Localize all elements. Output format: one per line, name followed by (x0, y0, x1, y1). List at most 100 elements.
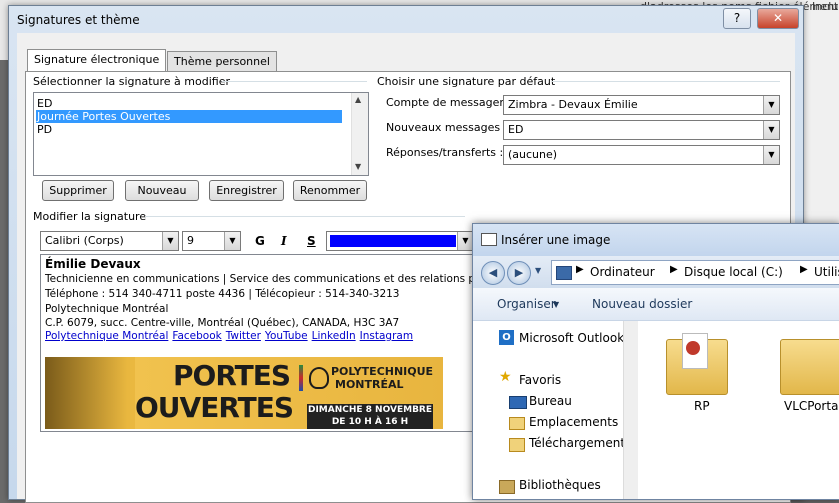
chevron-down-icon[interactable]: ▼ (553, 300, 559, 309)
signature-line: Polytechnique Montréal (45, 303, 169, 315)
folder-vlc[interactable] (778, 329, 839, 395)
chevron-down-icon[interactable]: ▼ (763, 121, 779, 139)
chevron-down-icon[interactable]: ▼ (457, 232, 473, 250)
list-item[interactable]: PD (36, 123, 52, 136)
file-list[interactable]: RP VLCPortab (638, 321, 839, 499)
italic-button[interactable]: I (281, 234, 287, 248)
pdf-badge-icon (686, 341, 700, 355)
new-messages-select[interactable]: ED ▼ (503, 120, 780, 140)
color-swatch (330, 235, 456, 247)
default-signature-label: Choisir une signature par défaut (377, 75, 556, 88)
chevron-down-icon[interactable]: ▼ (763, 96, 779, 114)
divider (222, 81, 367, 82)
replies-select[interactable]: (aucune) ▼ (503, 145, 780, 165)
edit-signature-label: Modifier la signature (33, 210, 147, 223)
chevron-down-icon[interactable]: ▼ (224, 232, 240, 250)
banner-date-1: DIMANCHE 8 NOVEMBRE (307, 405, 433, 415)
banner-title-2: OUVERTES (135, 391, 294, 424)
link-linkedin[interactable]: LinkedIn (312, 330, 356, 342)
crest-icon (309, 367, 329, 389)
folder-rp[interactable] (664, 329, 730, 395)
font-size-value: 9 (187, 234, 194, 247)
logo-bar-icon (299, 365, 303, 391)
link-instagram[interactable]: Instagram (360, 330, 413, 342)
computer-icon (556, 266, 572, 280)
chevron-down-icon[interactable]: ▼ (162, 232, 178, 250)
replies-label: Réponses/transferts : (386, 146, 504, 159)
folder-name: VLCPortab (784, 399, 839, 413)
banner-date: DIMANCHE 8 NOVEMBRE DE 10 H À 16 H (307, 404, 433, 429)
chevron-right-icon[interactable]: ▶ (670, 264, 678, 275)
image-dialog-toolbar: Organiser ▼ Nouveau dossier (473, 288, 839, 321)
star-icon: ★ (499, 369, 512, 385)
nav-libraries[interactable]: Bibliothèques (519, 478, 601, 492)
account-value: Zimbra - Devaux Émilie (508, 98, 638, 111)
signature-links: Polytechnique Montréal Facebook Twitter You… (45, 330, 417, 342)
bold-button[interactable]: G (255, 234, 265, 248)
nav-favorites[interactable]: Favoris (519, 373, 561, 387)
banner-title-1: PORTES (173, 359, 291, 392)
link-twitter[interactable]: Twitter (226, 330, 261, 342)
banner-poly-2: MONTRÉAL (335, 378, 404, 391)
delete-button[interactable]: Supprimer (42, 180, 114, 201)
tab-theme[interactable]: Thème personnel (167, 51, 277, 72)
navigation-pane: O Microsoft Outlook ★ Favoris Bureau Emp… (473, 321, 634, 499)
font-color-select[interactable]: ▼ (326, 231, 474, 251)
tab-signature[interactable]: Signature électronique (27, 49, 167, 72)
back-icon[interactable]: ◀ (481, 261, 505, 285)
new-messages-label: Nouveaux messages : (386, 121, 508, 134)
list-item-selected[interactable]: Journée Portes Ouvertes (36, 110, 342, 123)
organize-button[interactable]: Organiser (497, 297, 556, 311)
signature-editor[interactable]: Émilie Devaux Technicienne en communicat… (40, 254, 474, 432)
select-signature-label: Sélectionner la signature à modifier (33, 75, 230, 88)
downloads-icon (509, 438, 525, 452)
link-youtube[interactable]: YouTube (265, 330, 308, 342)
rename-button[interactable]: Renommer (293, 180, 367, 201)
chevron-right-icon[interactable]: ▶ (800, 264, 808, 275)
list-item[interactable]: ED (36, 97, 52, 110)
font-size-select[interactable]: 9 ▼ (182, 231, 241, 251)
path-disk[interactable]: Disque local (C:) (684, 265, 783, 279)
signature-name: Émilie Devaux (45, 257, 141, 271)
signature-line: Technicienne en communications | Service… (45, 273, 474, 285)
new-folder-button[interactable]: Nouveau dossier (592, 297, 692, 311)
nav-recent[interactable]: Emplacements ré (529, 415, 634, 429)
folder-name: RP (694, 399, 710, 413)
libraries-icon (499, 480, 515, 494)
new-button[interactable]: Nouveau (125, 180, 199, 201)
save-button[interactable]: Enregistrer (209, 180, 284, 201)
link-facebook[interactable]: Facebook (172, 330, 221, 342)
divider (552, 81, 780, 82)
background-text-3: Inclu (812, 0, 839, 13)
list-scrollbar[interactable]: ▲ ▼ (351, 93, 368, 175)
replies-value: (aucune) (508, 148, 558, 161)
account-select[interactable]: Zimbra - Devaux Émilie ▼ (503, 95, 780, 115)
path-users[interactable]: Utilisateurs (814, 265, 839, 279)
divider (145, 216, 465, 217)
navigation-scrollbar[interactable] (623, 321, 638, 499)
signature-list[interactable]: ED Journée Portes Ouvertes PD ▲ ▼ (33, 92, 369, 176)
chevron-down-icon[interactable]: ▼ (535, 266, 541, 275)
help-button[interactable]: ? (723, 8, 751, 29)
scroll-down-icon[interactable]: ▼ (355, 162, 361, 171)
scroll-up-icon[interactable]: ▲ (355, 95, 361, 104)
nav-outlook[interactable]: Microsoft Outlook (519, 331, 624, 345)
close-button[interactable]: ✕ (757, 8, 799, 29)
font-value: Calibri (Corps) (45, 234, 124, 247)
address-bar: ◀ ▶ ▼ ▶ Ordinateur ▶ Disque local (C:) ▶… (473, 256, 839, 288)
nav-downloads[interactable]: Téléchargements (529, 436, 631, 450)
nav-desktop[interactable]: Bureau (529, 394, 572, 408)
dialog-title: Signatures et thème (17, 13, 140, 27)
open-house-banner[interactable]: PORTES OUVERTES POLYTECHNIQUE MONTRÉAL D… (45, 357, 443, 429)
chevron-down-icon[interactable]: ▼ (763, 146, 779, 164)
folder-icon (780, 339, 839, 395)
path-box[interactable]: ▶ Ordinateur ▶ Disque local (C:) ▶ Utili… (551, 260, 839, 285)
font-select[interactable]: Calibri (Corps) ▼ (40, 231, 179, 251)
link-polytechnique[interactable]: Polytechnique Montréal (45, 330, 168, 342)
underline-button[interactable]: S (307, 234, 316, 248)
chevron-right-icon[interactable]: ▶ (576, 264, 584, 275)
image-dialog-titlebar: Insérer une image (473, 224, 839, 256)
new-messages-value: ED (508, 123, 524, 136)
path-computer[interactable]: Ordinateur (590, 265, 655, 279)
forward-icon[interactable]: ▶ (507, 261, 531, 285)
